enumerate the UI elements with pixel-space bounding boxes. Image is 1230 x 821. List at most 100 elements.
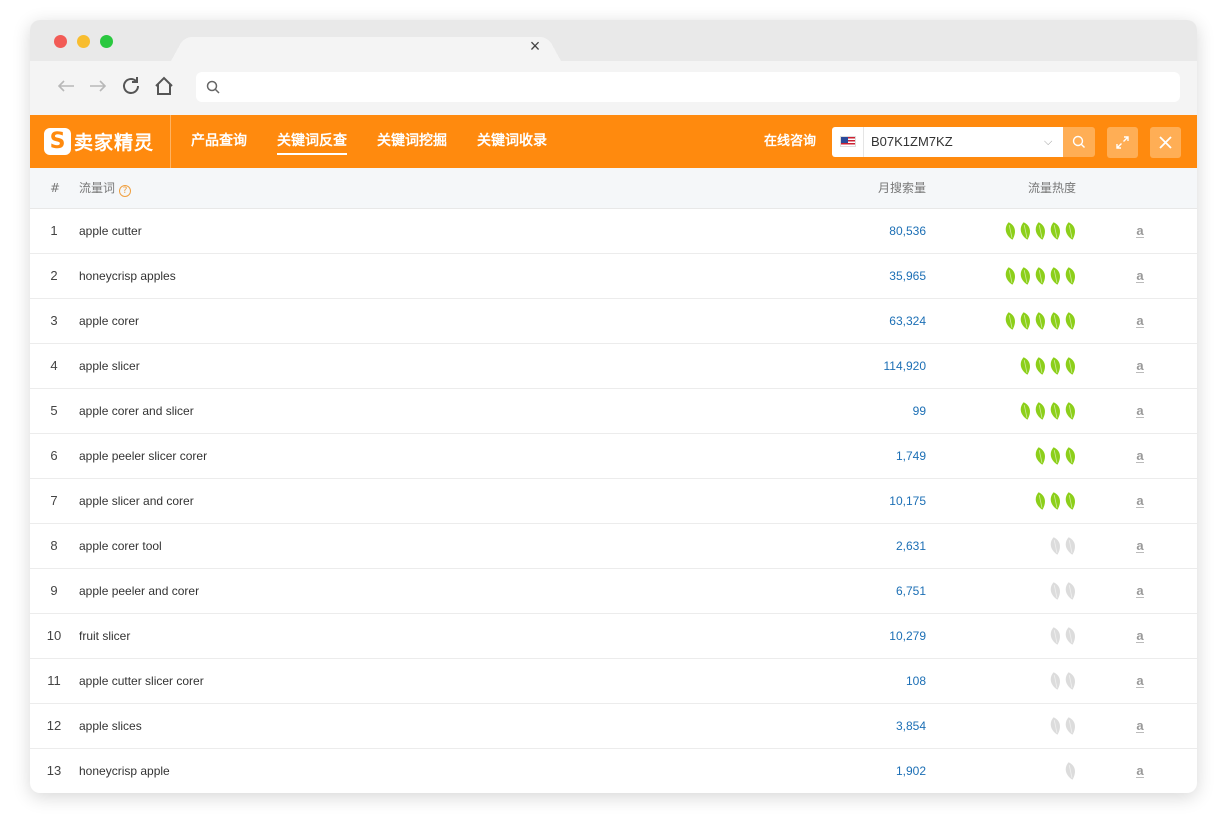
us-flag-icon[interactable] (840, 136, 856, 147)
minimize-window-button[interactable] (77, 35, 90, 48)
logo-text: 卖家精灵 (74, 132, 155, 154)
leaf-icon (1050, 537, 1060, 555)
amazon-icon[interactable]: a (1133, 434, 1147, 478)
table-row[interactable]: 8 apple corer tool 2,631 a (30, 524, 1197, 569)
heat-leaves (1033, 446, 1078, 466)
header-heat[interactable]: 流量热度 (1028, 168, 1076, 208)
row-volume[interactable]: 10,279 (790, 614, 926, 658)
browser-tab[interactable] (171, 36, 561, 61)
row-volume[interactable]: 80,536 (790, 209, 926, 253)
row-index: 10 (46, 628, 62, 643)
header-keyword-label: 流量词 (79, 181, 116, 195)
amazon-icon[interactable]: a (1133, 254, 1147, 298)
amazon-icon[interactable]: a (1133, 344, 1147, 388)
row-volume[interactable]: 63,324 (790, 299, 926, 343)
table-row[interactable]: 1 apple cutter 80,536 a (30, 209, 1197, 254)
row-volume[interactable]: 10,175 (790, 479, 926, 523)
amazon-icon[interactable]: a (1133, 614, 1147, 658)
arrow-right-icon (90, 80, 107, 92)
row-volume[interactable]: 1,902 (790, 749, 926, 793)
heat-leaves (1048, 671, 1078, 691)
row-volume[interactable]: 35,965 (790, 254, 926, 298)
amazon-icon[interactable]: a (1133, 479, 1147, 523)
header-volume[interactable]: 月搜索量 (878, 168, 926, 208)
menu-item-keyword-reverse[interactable]: 关键词反查 (277, 115, 347, 168)
menu-item-keyword-index[interactable]: 关键词收录 (477, 115, 547, 168)
logo[interactable]: S 卖家精灵 (44, 126, 154, 157)
amazon-glyph: a (1136, 628, 1144, 643)
row-volume[interactable]: 99 (790, 389, 926, 433)
leaf-icon (1050, 357, 1060, 375)
address-bar[interactable] (196, 72, 1180, 102)
table-row[interactable]: 11 apple cutter slicer corer 108 a (30, 659, 1197, 704)
row-keyword[interactable]: apple peeler and corer (79, 569, 199, 613)
row-volume[interactable]: 2,631 (790, 524, 926, 568)
table-row[interactable]: 10 fruit slicer 10,279 a (30, 614, 1197, 659)
close-panel-button[interactable] (1150, 127, 1181, 158)
row-keyword[interactable]: apple cutter slicer corer (79, 659, 204, 703)
table-row[interactable]: 2 honeycrisp apples 35,965 a (30, 254, 1197, 299)
leaf-icon (1050, 582, 1060, 600)
table-row[interactable]: 13 honeycrisp apple 1,902 a (30, 749, 1197, 793)
menu-item-product-search[interactable]: 产品查询 (191, 115, 247, 168)
leaf-icon (1005, 222, 1015, 240)
row-keyword[interactable]: fruit slicer (79, 614, 130, 658)
amazon-icon[interactable]: a (1133, 389, 1147, 433)
amazon-icon[interactable]: a (1133, 524, 1147, 568)
tab-close-icon[interactable]: × (526, 37, 544, 55)
row-volume[interactable]: 6,751 (790, 569, 926, 613)
amazon-glyph: a (1136, 358, 1144, 373)
maximize-window-button[interactable] (100, 35, 113, 48)
leaf-icon (1065, 672, 1075, 690)
help-icon[interactable]: ? (119, 185, 132, 197)
close-icon (1159, 136, 1172, 149)
row-keyword[interactable]: apple slicer and corer (79, 479, 194, 523)
amazon-icon[interactable]: a (1133, 209, 1147, 253)
row-volume[interactable]: 3,854 (790, 704, 926, 748)
table-row[interactable]: 4 apple slicer 114,920 a (30, 344, 1197, 389)
row-keyword[interactable]: apple corer and slicer (79, 389, 194, 433)
asin-input[interactable]: B07K1ZM7KZ (871, 127, 953, 157)
row-volume[interactable]: 1,749 (790, 434, 926, 478)
asin-select[interactable]: B07K1ZM7KZ ⌵ (832, 127, 1063, 157)
table-row[interactable]: 6 apple peeler slicer corer 1,749 a (30, 434, 1197, 479)
expand-button[interactable] (1107, 127, 1138, 158)
row-keyword[interactable]: apple cutter (79, 209, 142, 253)
reload-button[interactable] (119, 75, 143, 99)
home-button[interactable] (152, 75, 176, 99)
row-keyword[interactable]: honeycrisp apples (79, 254, 176, 298)
row-volume[interactable]: 114,920 (790, 344, 927, 388)
chevron-down-icon[interactable]: ⌵ (1044, 136, 1056, 148)
row-keyword[interactable]: apple slices (79, 704, 142, 748)
row-keyword[interactable]: apple corer (79, 299, 139, 343)
row-keyword[interactable]: apple corer tool (79, 524, 162, 568)
back-button[interactable] (54, 75, 78, 99)
table-row[interactable]: 7 apple slicer and corer 10,175 a (30, 479, 1197, 524)
row-keyword[interactable]: honeycrisp apple (79, 749, 170, 793)
row-index: 4 (50, 358, 58, 373)
row-keyword[interactable]: apple slicer (79, 344, 140, 388)
leaf-icon (1020, 267, 1030, 285)
row-keyword[interactable]: apple peeler slicer corer (79, 434, 207, 478)
address-input[interactable] (228, 72, 1168, 102)
table-row[interactable]: 5 apple corer and slicer 99 a (30, 389, 1197, 434)
leaf-icon (1065, 627, 1075, 645)
heat-leaves (1003, 311, 1078, 331)
amazon-icon[interactable]: a (1133, 569, 1147, 613)
asin-search-button[interactable] (1063, 127, 1095, 157)
table-row[interactable]: 9 apple peeler and corer 6,751 a (30, 569, 1197, 614)
table-row[interactable]: 3 apple corer 63,324 a (30, 299, 1197, 344)
menu-item-keyword-mining[interactable]: 关键词挖掘 (377, 115, 447, 168)
arrow-left-icon (57, 80, 74, 92)
asin-separator (863, 127, 864, 157)
online-consult-link[interactable]: 在线咨询 (764, 115, 816, 168)
table-row[interactable]: 12 apple slices 3,854 a (30, 704, 1197, 749)
amazon-icon[interactable]: a (1133, 659, 1147, 703)
close-window-button[interactable] (54, 35, 67, 48)
amazon-icon[interactable]: a (1133, 299, 1147, 343)
amazon-icon[interactable]: a (1133, 704, 1147, 748)
amazon-icon[interactable]: a (1133, 749, 1147, 793)
heat-leaves (1003, 221, 1078, 241)
row-volume[interactable]: 108 (790, 659, 926, 703)
forward-button[interactable] (86, 75, 110, 99)
